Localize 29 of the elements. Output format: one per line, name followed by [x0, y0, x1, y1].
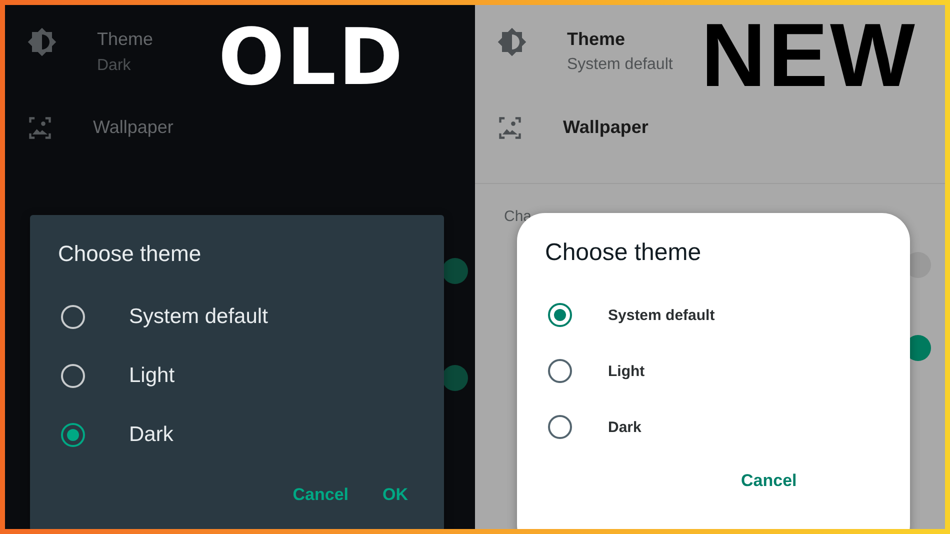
brightness-icon — [497, 27, 527, 57]
dialog-title: Choose theme — [58, 241, 202, 267]
setting-title: Wallpaper — [563, 117, 648, 138]
dialog-button[interactable]: OK — [376, 481, 414, 509]
dialog-button[interactable]: Cancel — [735, 467, 803, 495]
dialog-button[interactable]: Cancel — [286, 481, 354, 509]
toggle-thumb[interactable] — [442, 365, 468, 391]
toggle-thumb[interactable] — [442, 258, 468, 284]
radio-button[interactable] — [548, 359, 572, 383]
option-label: Dark — [608, 418, 642, 436]
option-label: System default — [608, 306, 715, 324]
version-label: OLD — [218, 19, 405, 97]
radio-button[interactable] — [548, 415, 572, 439]
brightness-icon — [27, 27, 57, 57]
setting-value: System default — [567, 56, 673, 74]
setting-title: Theme — [567, 29, 626, 50]
wallpaper-icon — [497, 115, 523, 141]
radio-button[interactable] — [548, 303, 572, 327]
radio-button[interactable] — [61, 422, 85, 446]
option-label: Light — [129, 364, 175, 388]
option-label: System default — [129, 304, 268, 328]
setting-title: Wallpaper — [93, 117, 174, 138]
wallpaper-icon — [27, 115, 53, 141]
dialog-title: Choose theme — [545, 239, 702, 267]
setting-value: Dark — [97, 57, 131, 75]
option-label: Light — [608, 362, 645, 380]
option-label: Dark — [129, 422, 174, 446]
version-label: NEW — [701, 11, 917, 101]
setting-title: Theme — [97, 29, 154, 50]
